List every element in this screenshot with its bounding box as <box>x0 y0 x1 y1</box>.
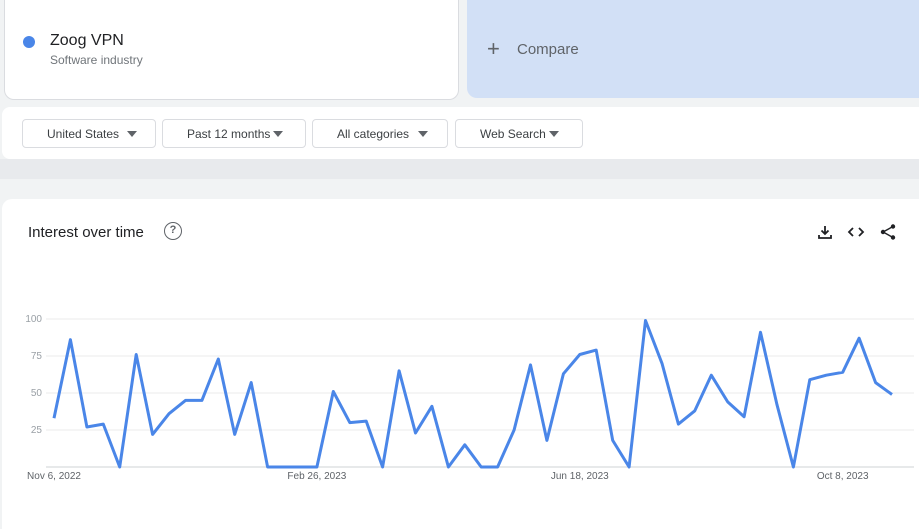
y-tick-label: 50 <box>31 388 43 399</box>
filter-search-type[interactable]: Web Search <box>455 119 583 148</box>
caret-down-icon <box>273 131 283 137</box>
x-tick-label: Oct 8, 2023 <box>817 471 869 482</box>
x-tick-label: Feb 26, 2023 <box>287 471 346 482</box>
term-name: Zoog VPN <box>50 32 124 49</box>
filter-category-label: All categories <box>337 127 410 141</box>
filter-region-label: United States <box>47 127 120 141</box>
filter-category[interactable]: All categories <box>312 119 448 148</box>
search-term-card[interactable]: Zoog VPN Software industry <box>4 0 459 100</box>
y-tick-label: 25 <box>31 425 43 436</box>
filter-region[interactable]: United States <box>22 119 156 148</box>
compare-button[interactable]: + Compare <box>467 0 919 98</box>
term-color-dot <box>23 36 35 48</box>
caret-down-icon <box>127 131 137 137</box>
caret-down-icon <box>549 131 559 137</box>
x-tick-label: Nov 6, 2022 <box>27 471 81 482</box>
y-tick-label: 75 <box>31 351 43 362</box>
y-tick-label: 100 <box>25 314 42 325</box>
term-category: Software industry <box>50 53 143 67</box>
filter-bar: United States Past 12 months All categor… <box>2 107 919 159</box>
x-tick-label: Jun 18, 2023 <box>551 471 609 482</box>
filter-time-range-label: Past 12 months <box>187 127 271 141</box>
compare-label: Compare <box>517 41 579 58</box>
filter-search-type-label: Web Search <box>480 127 546 141</box>
caret-down-icon <box>418 131 428 137</box>
series-line[interactable] <box>52 319 893 469</box>
section-divider <box>0 159 919 179</box>
interest-line-chart: 25 50 75 100 Nov 6, 2022 Feb 26, 2023 Jun 18, … <box>25 314 914 482</box>
filter-time-range[interactable]: Past 12 months <box>162 119 306 148</box>
plus-icon: + <box>487 36 500 61</box>
interest-over-time-card: Interest over time ? 25 50 75 100 Nov 6, 202… <box>2 199 919 529</box>
